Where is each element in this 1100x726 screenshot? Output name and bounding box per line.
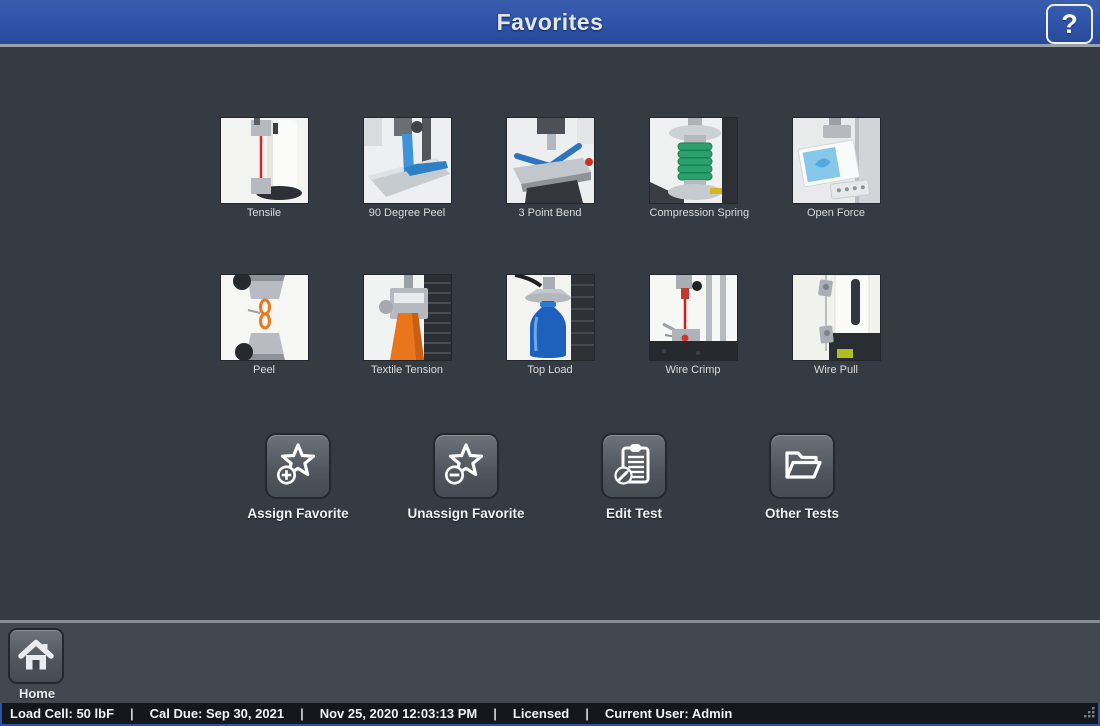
action-label: Other Tests — [727, 506, 877, 521]
unassign-favorite-button[interactable] — [433, 433, 499, 499]
compression-spring-thumbnail-icon — [650, 118, 737, 203]
wire-crimp-thumbnail-icon — [650, 275, 737, 360]
peel-thumbnail-icon — [221, 275, 308, 360]
help-button[interactable]: ? — [1046, 4, 1093, 44]
favorite-label: 3 Point Bend — [507, 207, 594, 219]
resize-grip-icon[interactable] — [1082, 705, 1095, 721]
favorite-label: Top Load — [507, 364, 594, 376]
other-tests-button[interactable] — [769, 433, 835, 499]
favorite-label: Open Force — [793, 207, 880, 219]
favorite-open-force[interactable]: Open Force — [793, 118, 880, 219]
action-other-tests: Other Tests — [727, 433, 877, 521]
favorite-wire-pull[interactable]: Wire Pull — [793, 275, 880, 376]
action-label: Assign Favorite — [223, 506, 373, 521]
star-minus-icon — [444, 442, 488, 491]
favorite-label: Compression Spring — [650, 207, 737, 219]
question-mark-icon: ? — [1061, 11, 1078, 38]
assign-favorite-button[interactable] — [265, 433, 331, 499]
90-degree-peel-thumbnail-icon — [364, 118, 451, 203]
top-load-thumbnail-icon — [507, 275, 594, 360]
favorite-90-degree-peel[interactable]: 90 Degree Peel — [364, 118, 451, 219]
status-bar: Load Cell: 50 lbF | Cal Due: Sep 30, 202… — [0, 703, 1100, 726]
favorite-label: 90 Degree Peel — [364, 207, 451, 219]
favorites-panel: Tensile 90 Degree Pe — [0, 50, 1100, 620]
status-current-user: Current User: Admin — [605, 706, 732, 721]
wire-pull-thumbnail-icon — [793, 275, 880, 360]
3-point-bend-thumbnail-icon — [507, 118, 594, 203]
favorite-label: Wire Pull — [793, 364, 880, 376]
favorite-peel[interactable]: Peel — [221, 275, 308, 376]
home-label: Home — [8, 686, 66, 701]
status-load-cell: Load Cell: 50 lbF — [10, 706, 114, 721]
status-separator: | — [130, 706, 134, 721]
action-unassign-favorite: Unassign Favorite — [391, 433, 541, 521]
favorite-label: Tensile — [221, 207, 308, 219]
favorite-top-load[interactable]: Top Load — [507, 275, 594, 376]
favorites-row-1: Tensile 90 Degree Pe — [0, 118, 1100, 219]
home-icon — [16, 635, 56, 678]
favorites-row-2: Peel — [0, 275, 1100, 376]
favorite-wire-crimp[interactable]: Wire Crimp — [650, 275, 737, 376]
status-license: Licensed — [513, 706, 569, 721]
tensile-thumbnail-icon — [221, 118, 308, 203]
home-button[interactable] — [8, 628, 64, 684]
actions-row: Assign Favorite Unassign Favorite — [0, 433, 1100, 521]
status-datetime: Nov 25, 2020 12:03:13 PM — [320, 706, 478, 721]
favorite-label: Wire Crimp — [650, 364, 737, 376]
status-cal-due: Cal Due: Sep 30, 2021 — [150, 706, 284, 721]
favorite-label: Peel — [221, 364, 308, 376]
status-separator: | — [585, 706, 589, 721]
textile-tension-thumbnail-icon — [364, 275, 451, 360]
clipboard-pencil-icon — [612, 442, 656, 491]
bottom-toolbar: Home — [0, 620, 1100, 703]
favorite-label: Textile Tension — [364, 364, 451, 376]
edit-test-button[interactable] — [601, 433, 667, 499]
favorite-compression-spring[interactable]: Compression Spring — [650, 118, 737, 219]
open-folder-icon — [780, 442, 824, 491]
favorite-textile-tension[interactable]: Textile Tension — [364, 275, 451, 376]
favorite-3-point-bend[interactable]: 3 Point Bend — [507, 118, 594, 219]
favorite-tensile[interactable]: Tensile — [221, 118, 308, 219]
action-assign-favorite: Assign Favorite — [223, 433, 373, 521]
title-bar: Favorites ? — [0, 0, 1100, 47]
star-plus-icon — [276, 442, 320, 491]
action-edit-test: Edit Test — [559, 433, 709, 521]
page-title: Favorites — [497, 9, 604, 36]
app-window: Favorites ? — [0, 0, 1100, 726]
open-force-thumbnail-icon — [793, 118, 880, 203]
status-separator: | — [300, 706, 304, 721]
status-separator: | — [493, 706, 497, 721]
home-control: Home — [8, 628, 66, 701]
action-label: Unassign Favorite — [391, 506, 541, 521]
action-label: Edit Test — [559, 506, 709, 521]
